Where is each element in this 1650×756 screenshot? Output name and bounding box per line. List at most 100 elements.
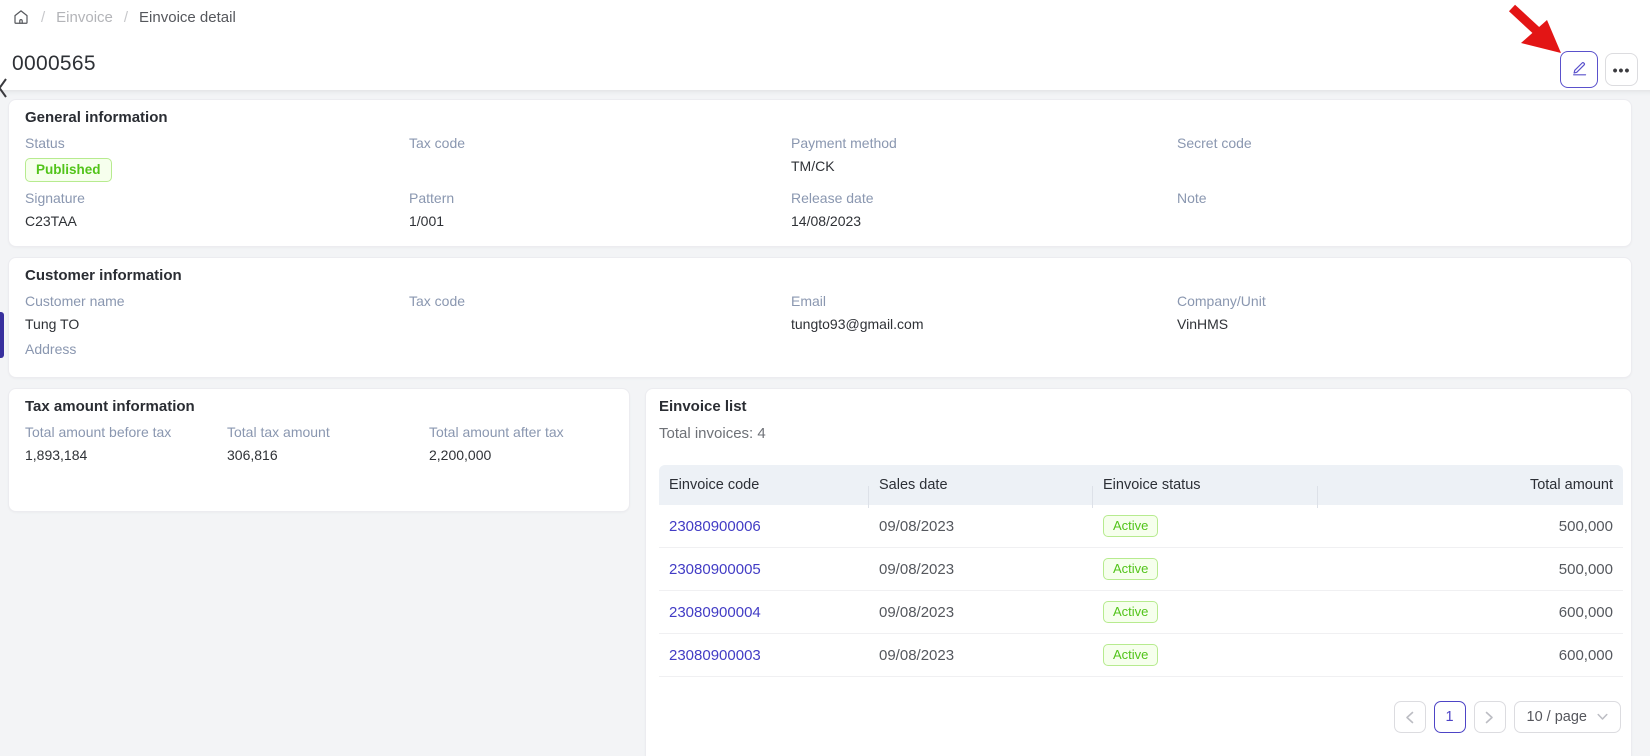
field-value: tungto93@gmail.com xyxy=(791,316,1177,333)
status-badge: Active xyxy=(1103,601,1158,623)
column-header-einvoice-code: Einvoice code xyxy=(659,477,869,493)
field-label: Signature xyxy=(25,190,409,206)
einvoice-code-link[interactable]: 23080900004 xyxy=(669,604,761,621)
field-label: Total tax amount xyxy=(227,424,429,440)
table-row: 23080900004 09/08/2023 Active 600,000 xyxy=(659,591,1623,634)
status-badge: Active xyxy=(1103,644,1158,666)
field-value: VinHMS xyxy=(1177,316,1615,333)
page-title: 0000565 xyxy=(12,52,96,76)
card-title: Einvoice list xyxy=(659,398,1621,415)
field-value: 1,893,184 xyxy=(25,447,227,464)
tax-amount-information-card: Tax amount information Total amount befo… xyxy=(8,388,630,512)
field-value: 306,816 xyxy=(227,447,429,464)
field-label: Release date xyxy=(791,190,1177,206)
field-total-after-tax: Total amount after tax 2,200,000 xyxy=(429,424,613,464)
field-tax-code: Tax code xyxy=(409,135,791,182)
field-value xyxy=(1177,213,1615,230)
pagination-prev-button[interactable] xyxy=(1394,701,1426,733)
einvoice-code-link[interactable]: 23080900006 xyxy=(669,518,761,535)
sales-date-cell: 09/08/2023 xyxy=(869,647,1093,664)
field-label: Address xyxy=(25,341,409,357)
breadcrumb-separator: / xyxy=(41,9,45,26)
field-label: Email xyxy=(791,293,1177,309)
sales-date-cell: 09/08/2023 xyxy=(869,518,1093,535)
edit-button[interactable] xyxy=(1560,51,1598,88)
field-label: Customer name xyxy=(25,293,409,309)
more-ellipsis-icon: ••• xyxy=(1613,62,1631,78)
field-label: Tax code xyxy=(409,135,791,151)
field-value: 2,200,000 xyxy=(429,447,613,464)
einvoice-list-card: Einvoice list Total invoices: 4 Einvoice… xyxy=(645,388,1632,756)
total-amount-cell: 500,000 xyxy=(1318,561,1623,578)
page-size-select[interactable]: 10 / page xyxy=(1514,701,1621,733)
breadcrumb-einvoice-detail: Einvoice detail xyxy=(139,9,236,26)
field-value xyxy=(409,158,791,175)
field-label: Company/Unit xyxy=(1177,293,1615,309)
field-label: Payment method xyxy=(791,135,1177,151)
general-information-card: General information Status Published Tax… xyxy=(8,99,1632,247)
table-row: 23080900005 09/08/2023 Active 500,000 xyxy=(659,548,1623,591)
status-badge: Published xyxy=(25,158,112,182)
field-address: Address xyxy=(25,341,409,364)
field-value: C23TAA xyxy=(25,213,409,230)
field-label: Tax code xyxy=(409,293,791,309)
edit-pencil-icon xyxy=(1570,58,1589,82)
chevron-down-icon xyxy=(1597,713,1608,721)
field-customer-name: Customer name Tung TO xyxy=(25,293,409,333)
more-actions-button[interactable]: ••• xyxy=(1605,53,1638,86)
einvoice-detail-page: / Einvoice / Einvoice detail 0000565 •••… xyxy=(0,0,1650,756)
field-total-tax: Total tax amount 306,816 xyxy=(227,424,429,464)
einvoice-code-link[interactable]: 23080900005 xyxy=(669,561,761,578)
sales-date-cell: 09/08/2023 xyxy=(869,604,1093,621)
field-secret-code: Secret code xyxy=(1177,135,1615,182)
breadcrumb-separator: / xyxy=(124,9,128,26)
card-title: General information xyxy=(25,109,1615,126)
table-header-row: Einvoice code Sales date Einvoice status… xyxy=(659,465,1623,505)
pagination-page-1-button[interactable]: 1 xyxy=(1434,701,1466,733)
field-label: Total amount before tax xyxy=(25,424,227,440)
chevron-left-icon xyxy=(1405,711,1414,724)
field-payment-method: Payment method TM/CK xyxy=(791,135,1177,182)
status-badge: Active xyxy=(1103,515,1158,537)
table-row: 23080900006 09/08/2023 Active 500,000 xyxy=(659,505,1623,548)
field-total-before-tax: Total amount before tax 1,893,184 xyxy=(25,424,227,464)
card-title: Tax amount information xyxy=(25,398,613,415)
total-invoices-count: Total invoices: 4 xyxy=(659,425,1621,442)
breadcrumb: / Einvoice / Einvoice detail xyxy=(12,8,236,26)
clipped-collapse-chevron-icon xyxy=(0,77,7,99)
field-value xyxy=(1177,158,1615,175)
total-amount-cell: 600,000 xyxy=(1318,604,1623,621)
red-arrow-annotation-icon xyxy=(1498,2,1570,62)
field-note: Note xyxy=(1177,190,1615,230)
breadcrumb-einvoice[interactable]: Einvoice xyxy=(56,9,113,26)
table-row: 23080900003 09/08/2023 Active 600,000 xyxy=(659,634,1623,677)
field-signature: Signature C23TAA xyxy=(25,190,409,230)
einvoice-table: Einvoice code Sales date Einvoice status… xyxy=(659,465,1623,677)
status-badge: Active xyxy=(1103,558,1158,580)
column-header-einvoice-status: Einvoice status xyxy=(1093,477,1318,493)
field-label: Secret code xyxy=(1177,135,1615,151)
pagination-next-button[interactable] xyxy=(1474,701,1506,733)
home-icon[interactable] xyxy=(12,8,30,26)
field-company-unit: Company/Unit VinHMS xyxy=(1177,293,1615,333)
field-value xyxy=(409,316,791,333)
customer-information-card: Customer information Customer name Tung … xyxy=(8,257,1632,378)
field-value: 14/08/2023 xyxy=(791,213,1177,230)
page-size-value: 10 / page xyxy=(1527,709,1587,725)
field-value: TM/CK xyxy=(791,158,1177,175)
field-label: Pattern xyxy=(409,190,791,206)
field-status: Status Published xyxy=(25,135,409,182)
sidebar-accent-strip xyxy=(0,312,4,358)
field-label: Total amount after tax xyxy=(429,424,613,440)
field-value: 1/001 xyxy=(409,213,791,230)
total-amount-cell: 500,000 xyxy=(1318,518,1623,535)
field-label: Note xyxy=(1177,190,1615,206)
card-title: Customer information xyxy=(25,267,1615,284)
column-header-sales-date: Sales date xyxy=(869,477,1093,493)
einvoice-code-link[interactable]: 23080900003 xyxy=(669,647,761,664)
field-value: Tung TO xyxy=(25,316,409,333)
chevron-right-icon xyxy=(1485,711,1494,724)
field-email: Email tungto93@gmail.com xyxy=(791,293,1177,333)
field-pattern: Pattern 1/001 xyxy=(409,190,791,230)
sales-date-cell: 09/08/2023 xyxy=(869,561,1093,578)
